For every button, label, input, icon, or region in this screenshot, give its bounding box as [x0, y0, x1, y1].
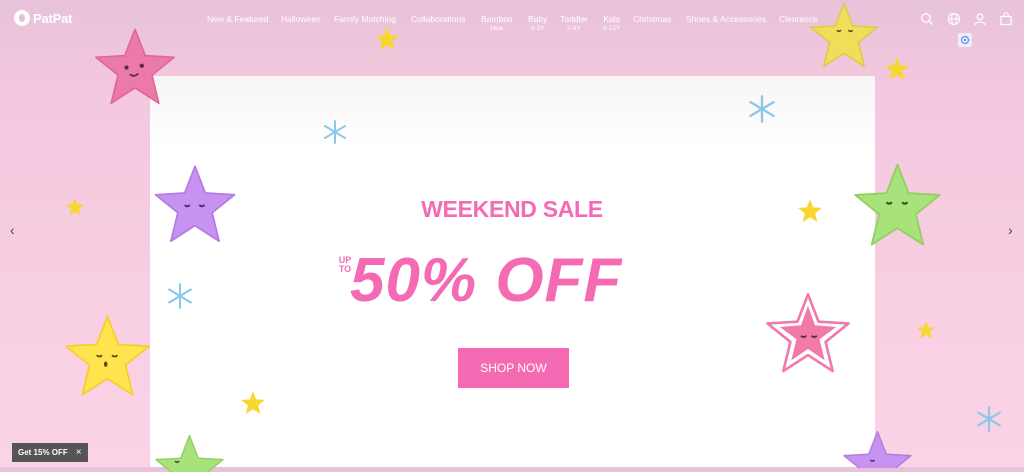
nav-halloween[interactable]: Halloween [281, 14, 321, 24]
nav-baby[interactable]: Baby 0-3Y [528, 14, 547, 34]
account-icon[interactable] [973, 12, 987, 26]
nav-bamboo[interactable]: Bamboo New [481, 14, 513, 34]
nav-christmas[interactable]: Christmas [633, 14, 671, 24]
nav-family-matching[interactable]: Family Matching [334, 14, 396, 24]
search-icon[interactable] [920, 12, 934, 26]
zoom-widget-icon[interactable] [958, 33, 972, 47]
blue-sparkle-icon [168, 283, 192, 309]
small-yellow-star-icon [885, 57, 909, 80]
small-yellow-star-icon [916, 321, 936, 339]
nav-toddler[interactable]: Toddler 2-6Y [560, 14, 588, 34]
shop-now-button[interactable]: SHOP NOW [458, 348, 569, 388]
close-icon[interactable]: × [76, 447, 82, 458]
banner-headline: WEEKEND SALE [421, 196, 603, 222]
bag-icon[interactable] [999, 12, 1013, 26]
discount-text: 50% OFF [350, 246, 623, 315]
promo-pill[interactable]: Get 15% OFF × [12, 443, 88, 462]
promo-label[interactable]: Get 15% OFF [18, 448, 68, 457]
globe-icon[interactable] [947, 12, 961, 26]
yellow-star-icon [65, 315, 150, 396]
green-star-bottom-icon [155, 434, 224, 472]
nav-new-featured[interactable]: New & Featured [207, 14, 268, 24]
blue-sparkle-icon [749, 95, 775, 123]
outlined-pink-star-icon [766, 293, 850, 373]
blue-sparkle-icon [977, 406, 1001, 432]
carousel-prev-icon[interactable]: ‹ [10, 222, 15, 238]
yellow-star-top-icon [810, 2, 878, 67]
pink-star-icon [95, 28, 175, 105]
small-yellow-star-icon [241, 391, 265, 414]
carousel-next-icon[interactable]: › [1008, 222, 1013, 238]
small-yellow-star-icon [375, 27, 399, 50]
nav-kids[interactable]: Kids 5-12Y [603, 14, 620, 34]
nav-collaborations[interactable]: Collaborations [411, 14, 465, 24]
purple-star-bottom-icon [843, 430, 912, 468]
nav-shoes-accessories[interactable]: Shoes & Accessories [686, 14, 766, 24]
blue-sparkle-icon [324, 120, 346, 144]
